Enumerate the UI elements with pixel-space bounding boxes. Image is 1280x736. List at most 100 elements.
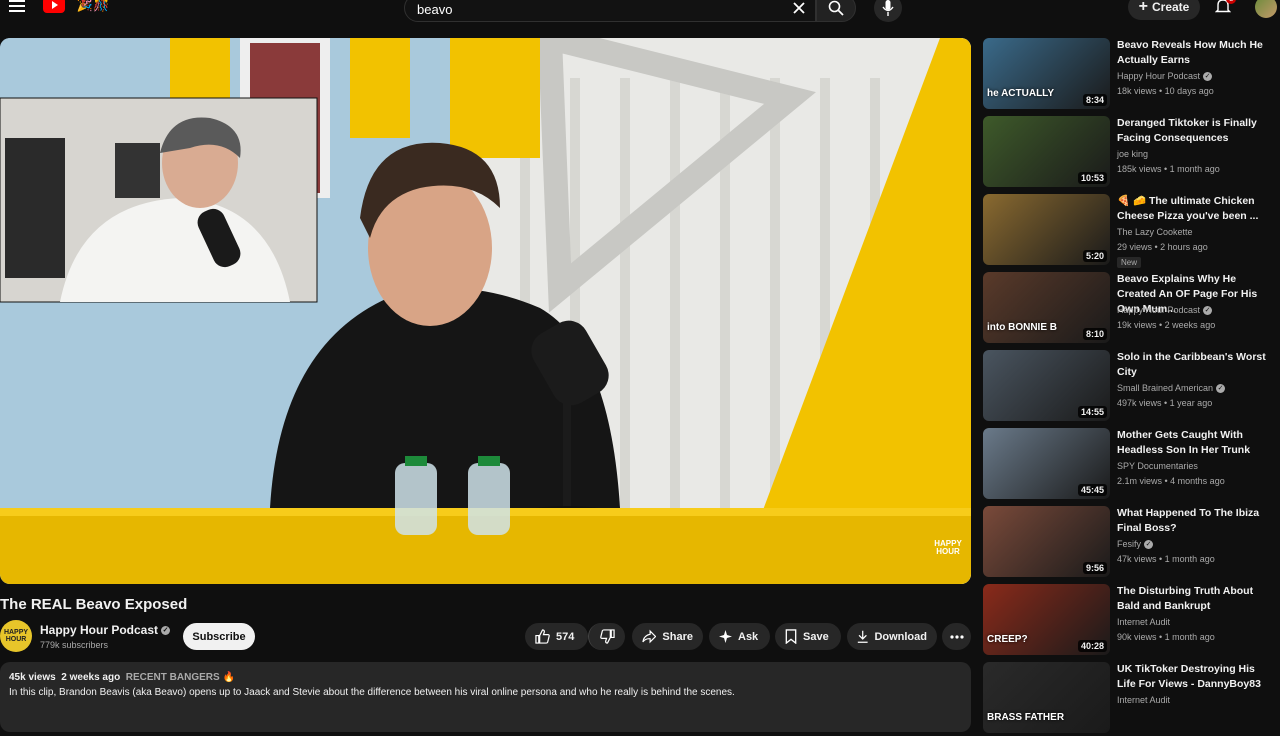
video-frame — [0, 38, 971, 584]
recommendation-stats: 185k views • 1 month ago — [1117, 164, 1220, 174]
channel-avatar[interactable]: HAPPY HOUR — [0, 620, 32, 652]
create-button[interactable]: + Create — [1128, 0, 1200, 20]
recommendation-channel[interactable]: Internet Audit — [1117, 695, 1170, 705]
video-thumbnail[interactable]: he ACTUALLY 8:34 — [983, 38, 1110, 109]
recommendation-item[interactable]: 5:20 🍕 🧀 The ultimate Chicken Cheese Pizz… — [983, 194, 1273, 268]
video-title: The REAL Beavo Exposed — [0, 596, 188, 613]
microphone-icon — [882, 0, 894, 16]
recommendation-item[interactable]: into BONNIE B 8:10 Beavo Explains Why He C… — [983, 272, 1273, 346]
video-thumbnail[interactable]: BRASS FATHER — [983, 662, 1110, 733]
new-badge: New — [1117, 257, 1142, 268]
menu-icon[interactable] — [8, 0, 26, 14]
verified-icon: ✓ — [161, 626, 171, 636]
recommendation-stats: 19k views • 2 weeks ago — [1117, 320, 1216, 330]
more-icon — [949, 634, 964, 639]
recommendation-item[interactable]: 45:45 Mother Gets Caught With Headless So… — [983, 428, 1273, 502]
recommendation-channel[interactable]: Happy Hour Podcast ✓ — [1117, 71, 1213, 82]
verified-icon: ✓ — [1203, 72, 1213, 82]
recommendation-channel[interactable]: The Lazy Cookette — [1117, 227, 1193, 237]
search-button[interactable] — [816, 0, 856, 22]
save-button[interactable]: Save — [775, 623, 841, 650]
video-meta: 45k views 2 weeks ago RECENT BANGERS 🔥 — [9, 672, 235, 683]
clear-search-icon[interactable] — [791, 0, 807, 17]
search-input[interactable] — [415, 0, 779, 19]
recommendation-channel[interactable]: Internet Audit — [1117, 617, 1170, 627]
search-icon — [828, 0, 844, 16]
share-icon — [642, 629, 657, 644]
recommendation-channel[interactable]: Fesify ✓ — [1117, 539, 1154, 550]
video-duration: 14:55 — [1077, 406, 1107, 418]
bookmark-icon — [785, 629, 797, 644]
description-text: In this clip, Brandon Beavis (aka Beavo)… — [9, 687, 735, 698]
more-actions-button[interactable] — [942, 623, 971, 650]
verified-icon: ✓ — [1203, 306, 1213, 316]
channel-watermark: HAPPY HOUR — [934, 539, 962, 556]
video-thumbnail[interactable]: into BONNIE B 8:10 — [983, 272, 1110, 343]
recommendation-title[interactable]: The Disturbing Truth About Bald and Bank… — [1117, 584, 1272, 614]
top-bar: 🎉🎊 + Create 3 — [0, 0, 1280, 22]
recommendation-channel[interactable]: Happy Hour Podcast ✓ — [1117, 305, 1213, 316]
thumbnail-text: he ACTUALLY — [987, 88, 1055, 99]
video-duration: 8:34 — [1082, 94, 1107, 106]
recommendation-item[interactable]: CREEP? 40:28 The Disturbing Truth About Ba… — [983, 584, 1273, 658]
recommendation-title[interactable]: Mother Gets Caught With Headless Son In … — [1117, 428, 1272, 458]
video-thumbnail[interactable]: 45:45 — [983, 428, 1110, 499]
dislike-button[interactable] — [588, 623, 625, 650]
description-box[interactable]: 45k views 2 weeks ago RECENT BANGERS 🔥 I… — [0, 662, 971, 732]
video-duration: 40:28 — [1077, 640, 1107, 652]
recommendation-title[interactable]: UK TikToker Destroying His Life For View… — [1117, 662, 1272, 692]
thumbnail-text: BRASS FATHER — [987, 712, 1065, 723]
recommendation-item[interactable]: 10:53 Deranged Tiktoker is Finally Facing… — [983, 116, 1273, 190]
recommendation-stats: 497k views • 1 year ago — [1117, 398, 1213, 408]
video-thumbnail[interactable]: 14:55 — [983, 350, 1110, 421]
thumbs-down-icon — [599, 629, 615, 644]
video-thumbnail[interactable]: 10:53 — [983, 116, 1110, 187]
download-button[interactable]: Download — [847, 623, 937, 650]
video-thumbnail[interactable]: 9:56 — [983, 506, 1110, 577]
recommendation-stats: 18k views • 10 days ago — [1117, 86, 1214, 96]
video-duration: 10:53 — [1077, 172, 1107, 184]
video-duration: 9:56 — [1082, 562, 1107, 574]
recommendation-stats: 29 views • 2 hours ago — [1117, 242, 1208, 252]
subscribe-button[interactable]: Subscribe — [183, 623, 255, 650]
notifications-button[interactable]: 3 — [1212, 0, 1237, 16]
recommendation-item[interactable]: 14:55 Solo in the Caribbean's Worst City S… — [983, 350, 1273, 424]
video-player[interactable]: HAPPY HOUR — [0, 38, 971, 584]
download-icon — [857, 630, 868, 643]
voice-search-button[interactable] — [874, 0, 902, 22]
thumbs-up-icon — [535, 629, 550, 644]
recommendation-title[interactable]: Beavo Reveals How Much He Actually Earns — [1117, 38, 1272, 68]
recommendation-title[interactable]: What Happened To The Ibiza Final Boss? — [1117, 506, 1272, 536]
channel-name[interactable]: Happy Hour Podcast ✓ — [40, 623, 171, 637]
recommendation-item[interactable]: 9:56 What Happened To The Ibiza Final Bos… — [983, 506, 1273, 580]
avatar[interactable] — [1255, 0, 1277, 18]
doodle-icon[interactable]: 🎉🎊 — [70, 0, 116, 14]
recommendation-title[interactable]: Solo in the Caribbean's Worst City — [1117, 350, 1272, 380]
verified-icon: ✓ — [1144, 540, 1154, 550]
search-box[interactable] — [404, 0, 816, 22]
recommendation-stats: 47k views • 1 month ago — [1117, 554, 1215, 564]
ask-button[interactable]: Ask — [709, 623, 770, 650]
plus-icon: + — [1138, 0, 1148, 15]
subscriber-count: 779k subscribers — [40, 640, 109, 650]
recommendation-title[interactable]: Deranged Tiktoker is Finally Facing Cons… — [1117, 116, 1272, 146]
hashtag-link[interactable]: RECENT BANGERS 🔥 — [126, 672, 235, 683]
recommendation-channel[interactable]: Small Brained American ✓ — [1117, 383, 1226, 394]
recommendation-channel[interactable]: SPY Documentaries — [1117, 461, 1198, 471]
thumbnail-text: into BONNIE B — [987, 322, 1057, 333]
video-thumbnail[interactable]: 5:20 — [983, 194, 1110, 265]
recommendation-item[interactable]: he ACTUALLY 8:34 Beavo Reveals How Much He… — [983, 38, 1273, 112]
sparkle-icon — [719, 630, 732, 643]
video-duration: 45:45 — [1077, 484, 1107, 496]
video-duration: 8:10 — [1082, 328, 1107, 340]
video-duration: 5:20 — [1082, 250, 1107, 262]
like-button[interactable]: 574 — [525, 623, 588, 650]
video-thumbnail[interactable]: CREEP? 40:28 — [983, 584, 1110, 655]
recommendation-title[interactable]: 🍕 🧀 The ultimate Chicken Cheese Pizza yo… — [1117, 194, 1272, 224]
recommendation-channel[interactable]: joe king — [1117, 149, 1148, 159]
recommendation-item[interactable]: BRASS FATHER UK TikToker Destroying His L… — [983, 662, 1273, 736]
thumbnail-text: CREEP? — [987, 634, 1028, 645]
share-button[interactable]: Share — [632, 623, 703, 650]
youtube-logo-icon[interactable] — [42, 0, 66, 14]
recommendation-stats: 90k views • 1 month ago — [1117, 632, 1215, 642]
